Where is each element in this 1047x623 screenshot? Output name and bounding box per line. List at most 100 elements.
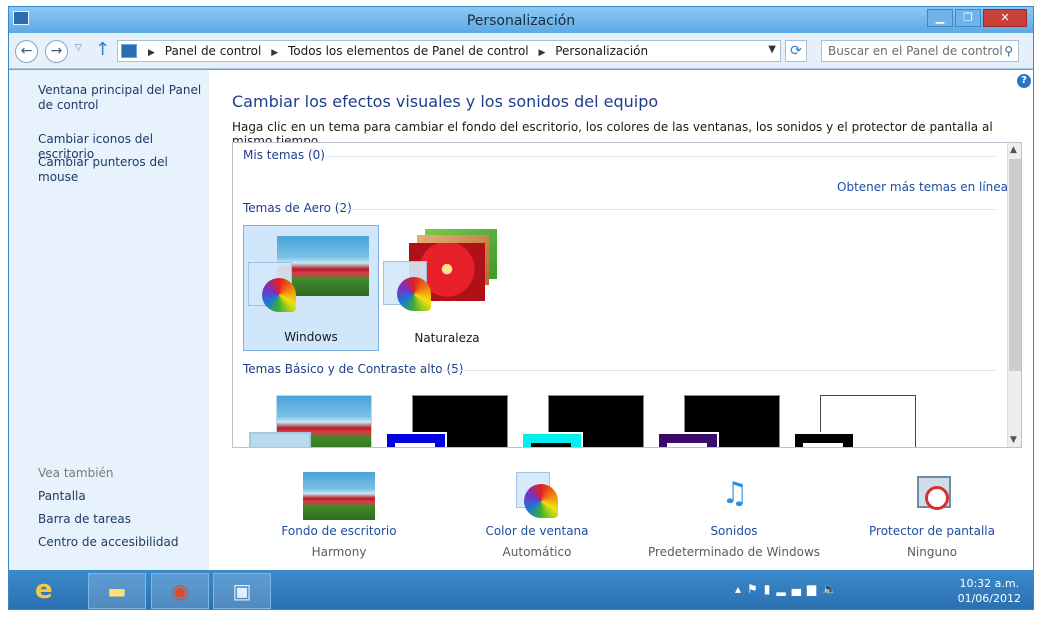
chevron-down-icon[interactable]: ▼ bbox=[768, 44, 776, 55]
network-signal-icon[interactable]: ▂▄▆ bbox=[776, 582, 822, 596]
sounds-icon: ♫ bbox=[721, 476, 749, 511]
sounds-setting[interactable]: ♫ Sonidos Predeterminado de Windows bbox=[644, 472, 824, 559]
theme-tile-naturaleza[interactable]: Naturaleza bbox=[379, 225, 515, 351]
control-panel-window: Personalización ▁ ❐ ✕ ← → ▽ ↑ ▶ Panel de… bbox=[8, 6, 1034, 610]
chevron-right-icon: ▶ bbox=[271, 48, 279, 58]
window-color-link[interactable]: Color de ventana bbox=[447, 524, 627, 538]
title-bar-preview bbox=[667, 443, 707, 447]
divider bbox=[337, 209, 995, 210]
desktop-background-link[interactable]: Fondo de escritorio bbox=[249, 524, 429, 538]
title-bar-preview bbox=[803, 443, 843, 447]
group-aero-themes: Temas de Aero (2) bbox=[243, 201, 352, 215]
clock-time: 10:32 a.m. bbox=[959, 577, 1020, 590]
page-title: Cambiar los efectos visuales y los sonid… bbox=[232, 92, 659, 111]
clock[interactable]: 10:32 a.m. 01/06/2012 bbox=[958, 576, 1021, 606]
up-arrow-icon[interactable]: ↑ bbox=[95, 39, 110, 60]
window-preview bbox=[521, 432, 583, 447]
breadcrumb-all-items[interactable]: Todos los elementos de Panel de control bbox=[288, 44, 529, 58]
maximize-button[interactable]: ❐ bbox=[955, 9, 981, 27]
minimize-button[interactable]: ▁ bbox=[927, 9, 953, 27]
sidebar-link-taskbar[interactable]: Barra de tareas bbox=[38, 512, 131, 527]
see-also-heading: Vea también bbox=[38, 466, 114, 480]
sounds-link[interactable]: Sonidos bbox=[644, 524, 824, 538]
address-toolbar: ← → ▽ ↑ ▶ Panel de control ▶ Todos los e… bbox=[9, 33, 1033, 69]
window-controls: ▁ ❐ ✕ bbox=[927, 9, 1027, 27]
control-panel-taskbar-icon[interactable]: ▣ bbox=[213, 573, 271, 609]
theme-tile-high-contrast-white[interactable] bbox=[793, 395, 916, 447]
refresh-button[interactable]: ⟳ bbox=[785, 40, 807, 62]
theme-tile-basic[interactable] bbox=[249, 395, 372, 447]
window-color-value: Automático bbox=[502, 545, 572, 559]
title-bar-preview bbox=[395, 443, 435, 447]
back-button[interactable]: ← bbox=[15, 40, 38, 63]
search-input[interactable]: Buscar en el Panel de control ⚲ bbox=[821, 40, 1019, 62]
window-preview bbox=[385, 432, 447, 447]
group-basic-themes: Temas Básico y de Contraste alto (5) bbox=[243, 362, 464, 376]
address-bar[interactable]: ▶ Panel de control ▶ Todos los elementos… bbox=[117, 40, 781, 62]
desktop-background-setting[interactable]: Fondo de escritorio Harmony bbox=[249, 472, 429, 559]
scrollbar-thumb[interactable] bbox=[1009, 159, 1021, 371]
desktop-background-value: Harmony bbox=[311, 545, 367, 559]
screensaver-value: Ninguno bbox=[906, 545, 958, 559]
chrome-icon[interactable]: ◉ bbox=[151, 573, 209, 609]
divider bbox=[441, 370, 995, 371]
search-icon[interactable]: ⚲ bbox=[1004, 44, 1013, 58]
theme-tile-high-contrast-2[interactable] bbox=[521, 395, 644, 447]
close-button[interactable]: ✕ bbox=[983, 9, 1027, 27]
clock-date: 01/06/2012 bbox=[957, 592, 1021, 605]
action-center-flag-icon[interactable]: ⚑ bbox=[747, 582, 764, 596]
volume-icon[interactable]: 🔈 bbox=[822, 582, 843, 596]
screensaver-setting[interactable]: Protector de pantalla Ninguno bbox=[842, 472, 1022, 559]
window-title: Personalización bbox=[466, 13, 576, 29]
theme-tile-high-contrast-1[interactable] bbox=[385, 395, 508, 447]
window-color-setting[interactable]: Color de ventana Automático bbox=[447, 472, 627, 559]
file-explorer-icon[interactable]: ▬ bbox=[88, 573, 146, 609]
system-tray: ▴⚑▮▂▄▆🔈 bbox=[735, 582, 843, 596]
window-preview bbox=[249, 432, 311, 447]
chevron-right-icon: ▶ bbox=[538, 48, 546, 58]
breadcrumb-control-panel[interactable]: Panel de control bbox=[165, 44, 262, 58]
show-hidden-icons-icon[interactable]: ▴ bbox=[735, 582, 747, 596]
desktop-background-icon bbox=[303, 472, 375, 520]
control-panel-icon bbox=[121, 44, 137, 58]
divider bbox=[325, 156, 995, 157]
forward-button[interactable]: → bbox=[45, 40, 68, 63]
theme-name: Windows bbox=[284, 330, 338, 344]
theme-tile-windows[interactable]: Windows bbox=[243, 225, 379, 351]
sidebar-link-display[interactable]: Pantalla bbox=[38, 489, 86, 504]
title-bar[interactable]: Personalización ▁ ❐ ✕ bbox=[9, 7, 1033, 33]
taskbar: e ▬ ◉ ▣ ▴⚑▮▂▄▆🔈 10:32 a.m. 01/06/2012 bbox=[9, 570, 1033, 609]
chevron-right-icon: ▶ bbox=[148, 48, 155, 58]
battery-icon[interactable]: ▮ bbox=[764, 582, 777, 596]
internet-explorer-icon[interactable]: e bbox=[35, 575, 53, 605]
themes-scrollbar[interactable]: ▲ ▼ bbox=[1007, 143, 1021, 447]
help-icon[interactable]: ? bbox=[1017, 74, 1031, 88]
window-preview bbox=[657, 432, 719, 447]
breadcrumb: ▶ Panel de control ▶ Todos los elementos… bbox=[142, 44, 648, 58]
get-more-themes-link[interactable]: Obtener más temas en línea bbox=[837, 180, 1008, 194]
window-preview bbox=[793, 432, 855, 447]
themes-list[interactable]: Mis temas (0) Obtener más temas en línea… bbox=[232, 142, 1022, 448]
screensaver-link[interactable]: Protector de pantalla bbox=[842, 524, 1022, 538]
breadcrumb-personalization[interactable]: Personalización bbox=[555, 44, 648, 58]
scroll-up-icon[interactable]: ▲ bbox=[1010, 145, 1017, 155]
no-entry-icon bbox=[925, 486, 949, 510]
group-my-themes: Mis temas (0) bbox=[243, 148, 325, 162]
color-fan-icon bbox=[262, 278, 296, 312]
sidebar: Ventana principal del Panel de control C… bbox=[9, 70, 209, 570]
screensaver-icon bbox=[897, 472, 969, 520]
sidebar-link-mouse-pointers[interactable]: Cambiar punteros del mouse bbox=[38, 155, 209, 185]
window-color-icon bbox=[502, 472, 574, 520]
recent-pages-chevron-icon[interactable]: ▽ bbox=[75, 43, 82, 53]
scroll-down-icon[interactable]: ▼ bbox=[1010, 435, 1017, 445]
color-fan-icon bbox=[524, 484, 558, 518]
sidebar-link-control-panel-home[interactable]: Ventana principal del Panel de control bbox=[38, 83, 203, 113]
search-placeholder: Buscar en el Panel de control bbox=[828, 44, 1003, 58]
sidebar-link-accessibility[interactable]: Centro de accesibilidad bbox=[38, 535, 178, 550]
main-content: ? Cambiar los efectos visuales y los son… bbox=[209, 70, 1033, 570]
title-bar-preview bbox=[531, 443, 571, 447]
theme-name: Naturaleza bbox=[414, 331, 480, 345]
color-fan-icon bbox=[397, 277, 431, 311]
theme-tile-high-contrast-black[interactable] bbox=[657, 395, 780, 447]
sounds-value: Predeterminado de Windows bbox=[647, 545, 821, 559]
